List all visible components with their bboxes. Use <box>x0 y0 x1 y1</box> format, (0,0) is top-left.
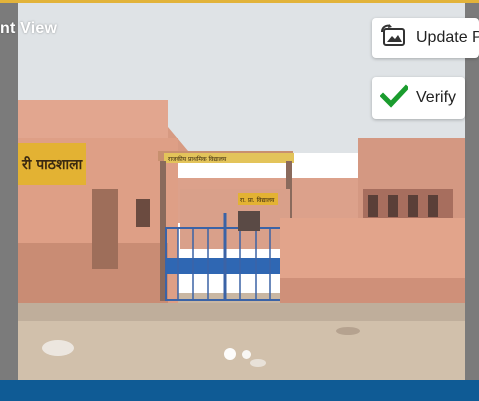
update-photo-button[interactable]: Update P <box>372 18 479 58</box>
arch-sign-text: राजकीय प्राथमिक विद्यालय <box>168 155 227 163</box>
gate-sign-text: रा. प्रा. विद्यालय <box>240 196 275 204</box>
school-photo-image: री पाठशाला राजकीय प्राथमिक विद्यालय रा. … <box>18 3 465 380</box>
carousel-dot[interactable] <box>242 349 251 359</box>
verify-label: Verify <box>416 89 457 106</box>
checkmark-icon <box>379 83 410 113</box>
page-title: nt View <box>0 20 58 37</box>
carousel-dot-active[interactable] <box>224 348 236 360</box>
carousel-indicator <box>224 348 251 360</box>
bottom-action-bar <box>0 380 479 401</box>
update-photo-label: Update P <box>416 29 479 46</box>
school-photo[interactable]: री पाठशाला राजकीय प्राथमिक विद्यालय रा. … <box>18 3 465 380</box>
photo-viewer: री पाठशाला राजकीय प्राथमिक विद्यालय रा. … <box>0 0 479 401</box>
photo-refresh-icon <box>380 23 408 53</box>
verify-button[interactable]: Verify <box>372 77 465 119</box>
right-margin <box>465 3 479 380</box>
left-sign-text: री पाठशाला <box>21 156 84 173</box>
left-margin <box>0 3 18 380</box>
